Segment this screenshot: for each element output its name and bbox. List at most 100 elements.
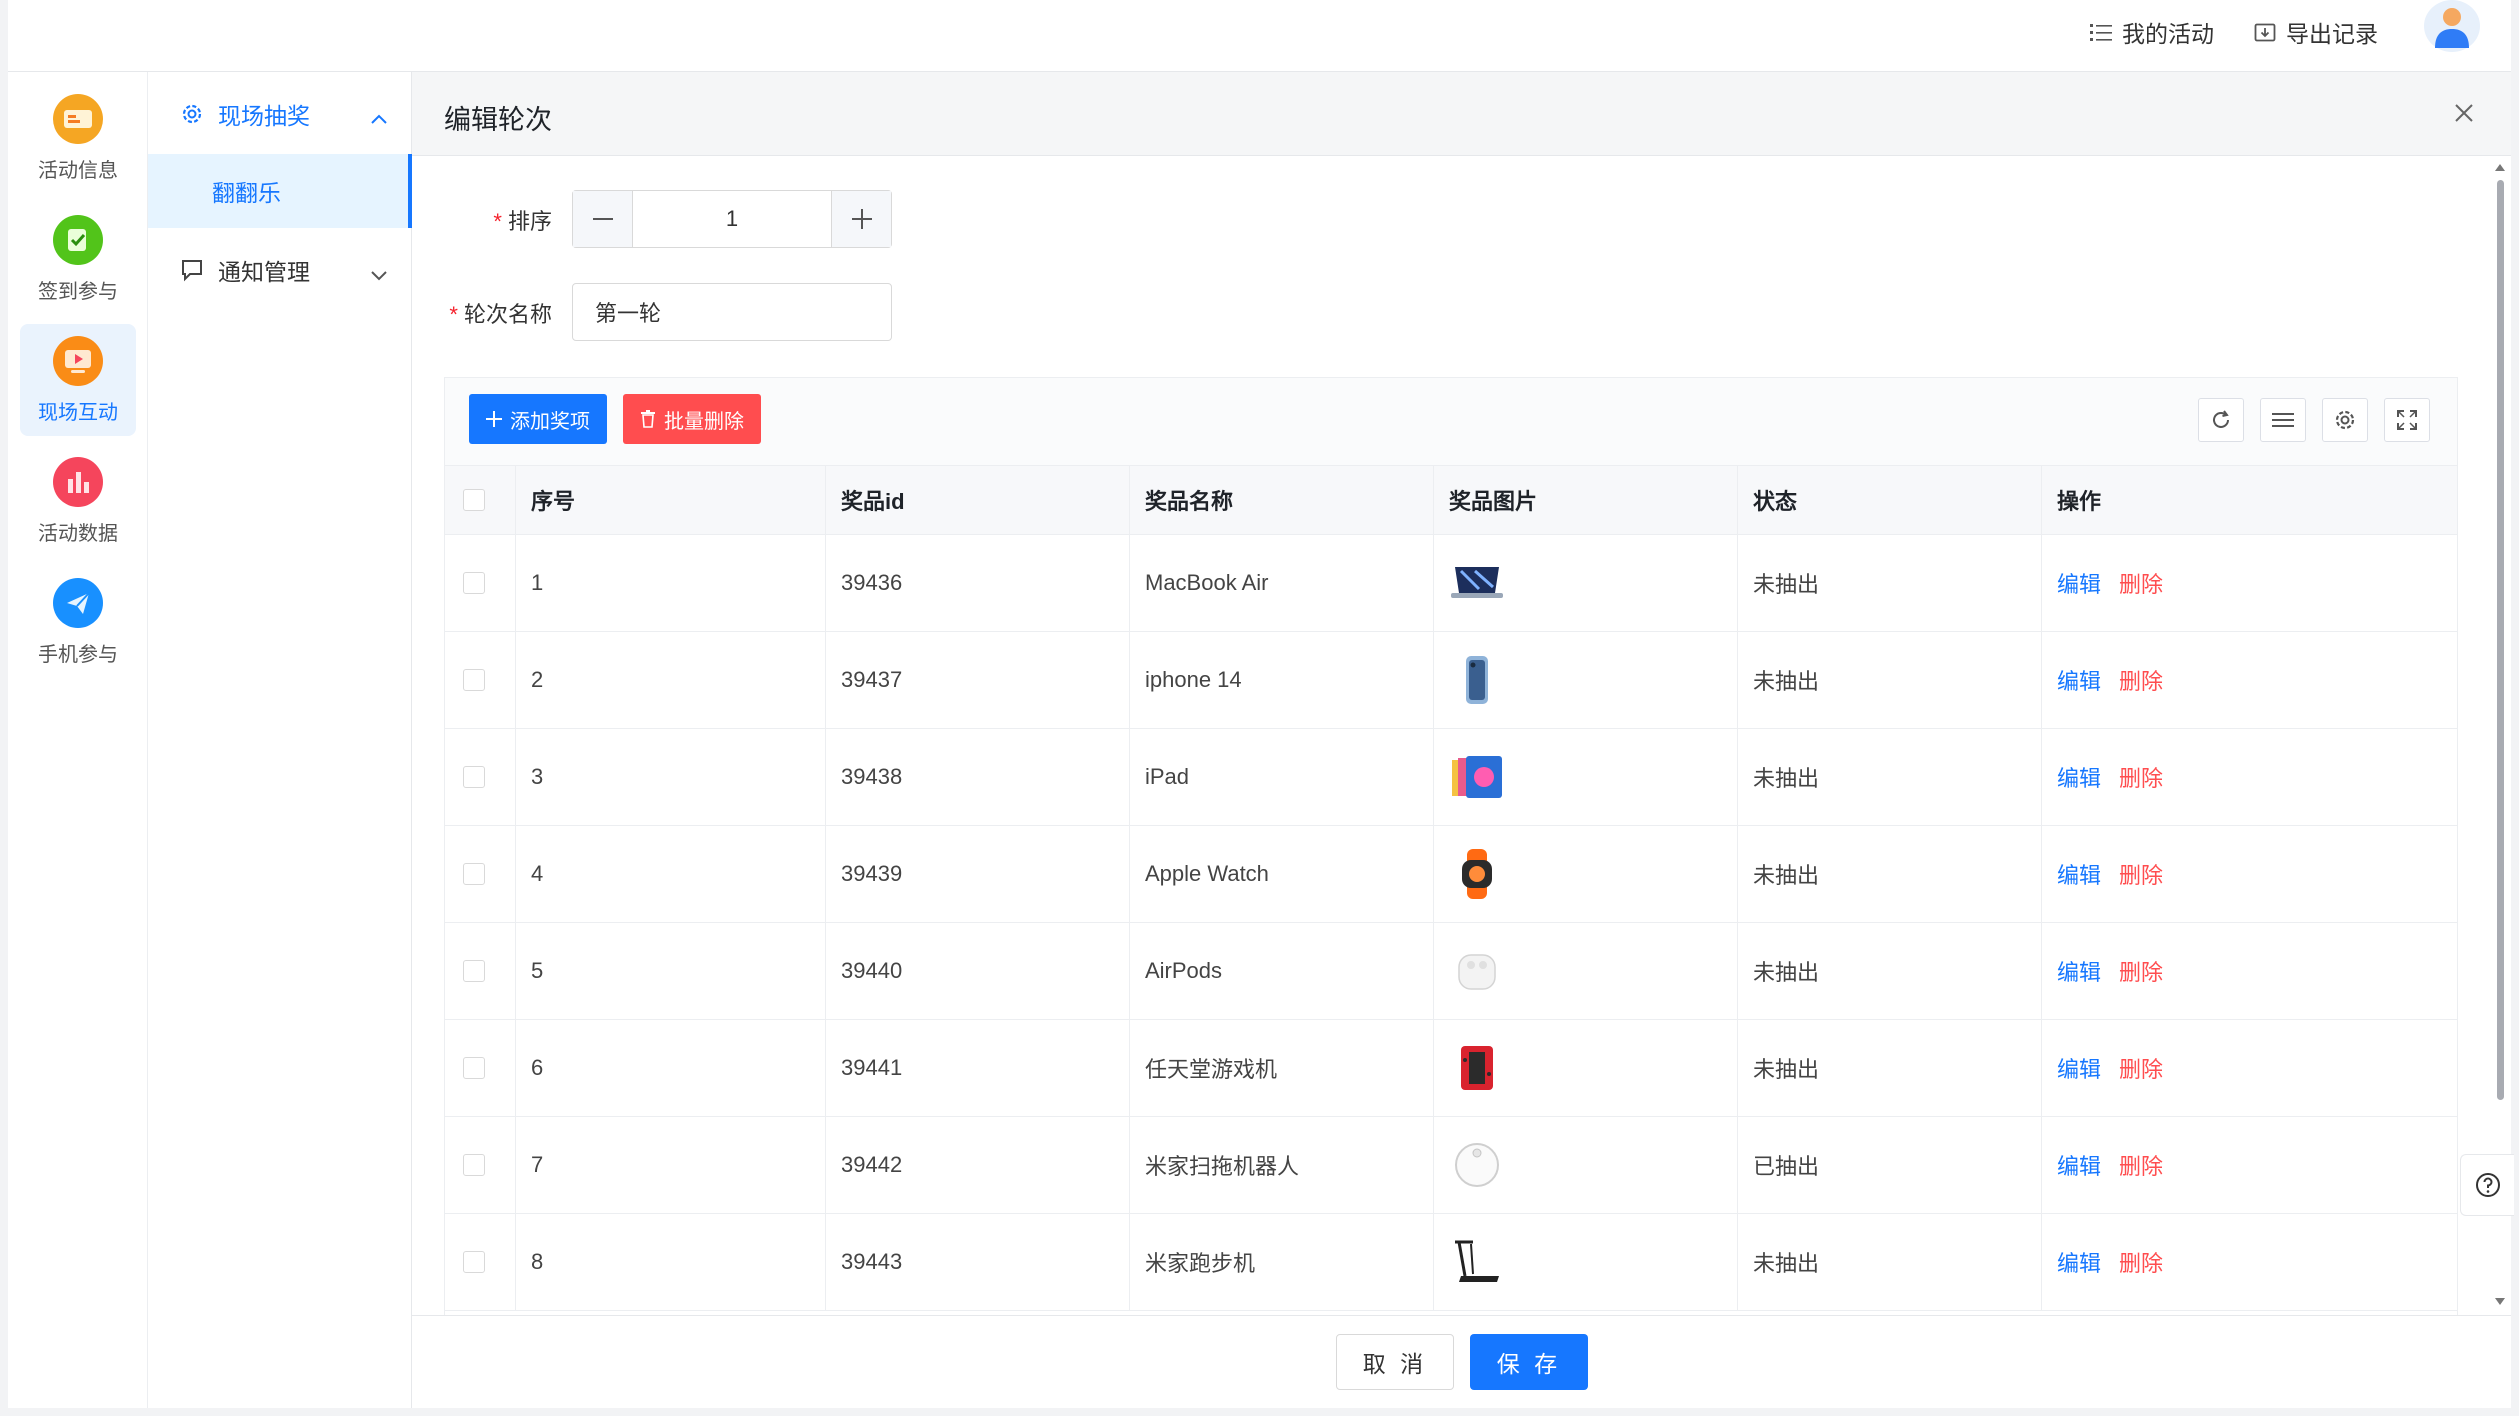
close-icon	[2455, 104, 2473, 122]
save-button[interactable]: 保 存	[1470, 1334, 1588, 1390]
cell-actions: 编辑 删除	[2041, 1020, 2163, 1116]
delete-link[interactable]: 删除	[2119, 1052, 2163, 1084]
cell-no: 6	[531, 1055, 544, 1080]
edit-link[interactable]: 编辑	[2057, 567, 2101, 599]
column-settings-button[interactable]	[2322, 398, 2368, 442]
row-checkbox[interactable]	[463, 1057, 485, 1079]
avatar[interactable]	[2424, 0, 2480, 52]
sort-value[interactable]: 1	[633, 191, 831, 247]
submenu-item-flip-game[interactable]: 翻翻乐	[148, 154, 412, 228]
cell-prize-name: Apple Watch	[1145, 861, 1269, 886]
delete-link[interactable]: 删除	[2119, 1149, 2163, 1181]
cell-prize-image	[1433, 1214, 1505, 1310]
sub-menu: 现场抽奖 翻翻乐 通知管理	[148, 72, 412, 1408]
scrollbar-thumb[interactable]	[2497, 180, 2504, 1100]
increment-button[interactable]	[831, 191, 891, 247]
edit-round-drawer: 编辑轮次 *排序 1 *轮次名称 添加奖项 批量删除	[412, 72, 2514, 1408]
row-checkbox[interactable]	[463, 960, 485, 982]
row-checkbox[interactable]	[463, 1154, 485, 1176]
cell-prize-name: 米家跑步机	[1145, 1251, 1256, 1276]
row-checkbox[interactable]	[463, 669, 485, 691]
cell-prize-image	[1433, 632, 1505, 728]
delete-link[interactable]: 删除	[2119, 1246, 2163, 1278]
export-icon	[2254, 23, 2276, 42]
rail-item-mobile[interactable]: 手机参与	[20, 566, 136, 678]
scrollbar[interactable]	[2492, 162, 2508, 1312]
add-prize-button[interactable]: 添加奖项	[469, 394, 607, 444]
cancel-button[interactable]: 取 消	[1336, 1334, 1454, 1390]
submenu-group-notification[interactable]: 通知管理	[148, 232, 412, 308]
phone-icon	[1449, 652, 1505, 708]
edit-link[interactable]: 编辑	[2057, 664, 2101, 696]
sort-stepper[interactable]: 1	[572, 190, 892, 248]
cell-prize-image	[1433, 826, 1505, 922]
cell-actions: 编辑 删除	[2041, 826, 2163, 922]
select-all-checkbox[interactable]	[463, 489, 485, 511]
submenu-group-label: 现场抽奖	[218, 103, 310, 129]
robot-vacuum-icon	[1449, 1137, 1505, 1193]
row-checkbox[interactable]	[463, 863, 485, 885]
cell-prize-image	[1433, 535, 1505, 631]
rail-item-live-interaction[interactable]: 现场互动	[20, 324, 136, 436]
cell-actions: 编辑 删除	[2041, 535, 2163, 631]
drawer-header: 编辑轮次	[412, 72, 2511, 156]
help-button[interactable]	[2460, 1154, 2514, 1216]
top-bar: 我的活动 导出记录	[8, 0, 2511, 72]
round-name-input[interactable]	[572, 283, 892, 341]
cell-actions: 编辑 删除	[2041, 729, 2163, 825]
export-records-link[interactable]: 导出记录	[2254, 12, 2378, 52]
cell-prize-image	[1433, 1117, 1505, 1213]
cell-prize-image	[1433, 923, 1505, 1019]
add-prize-label: 添加奖项	[510, 410, 590, 433]
delete-link[interactable]: 删除	[2119, 858, 2163, 890]
edit-link[interactable]: 编辑	[2057, 761, 2101, 793]
refresh-button[interactable]	[2198, 398, 2244, 442]
delete-link[interactable]: 删除	[2119, 567, 2163, 599]
batch-delete-button[interactable]: 批量删除	[623, 394, 761, 444]
edit-link[interactable]: 编辑	[2057, 858, 2101, 890]
row-checkbox[interactable]	[463, 572, 485, 594]
rail-item-activity-data[interactable]: 活动数据	[20, 445, 136, 557]
cell-prize-image	[1433, 729, 1505, 825]
delete-link[interactable]: 删除	[2119, 664, 2163, 696]
fullscreen-button[interactable]	[2384, 398, 2430, 442]
cell-prize-id: 39437	[841, 667, 903, 692]
cell-status: 未抽出	[1753, 766, 1820, 791]
submenu-group-label: 通知管理	[218, 259, 310, 285]
row-checkbox[interactable]	[463, 1251, 485, 1273]
cell-actions: 编辑 删除	[2041, 923, 2163, 1019]
edit-link[interactable]: 编辑	[2057, 1149, 2101, 1181]
table-header: 序号 奖品id 奖品名称 奖品图片 状态 操作	[445, 465, 2457, 535]
edit-link[interactable]: 编辑	[2057, 1052, 2101, 1084]
column-header: 奖品id	[841, 489, 905, 514]
prize-table-card: 添加奖项 批量删除 序号 奖品id 奖品名称 奖品图片 状态 操作 1 3943…	[444, 377, 2458, 1407]
paper-plane-icon	[53, 578, 103, 628]
gear-icon	[180, 102, 204, 126]
rail-item-label: 活动信息	[38, 160, 118, 182]
submenu-group-live-lottery[interactable]: 现场抽奖	[148, 76, 412, 152]
rail-item-checkin[interactable]: 签到参与	[20, 203, 136, 315]
table-row: 8 39443 米家跑步机 未抽出 编辑 删除	[445, 1214, 2457, 1311]
row-checkbox[interactable]	[463, 766, 485, 788]
column-header: 状态	[1753, 489, 1798, 514]
cell-prize-id: 39436	[841, 570, 903, 595]
decrement-button[interactable]	[573, 191, 633, 247]
density-button[interactable]	[2260, 398, 2306, 442]
edit-link[interactable]: 编辑	[2057, 955, 2101, 987]
delete-link[interactable]: 删除	[2119, 955, 2163, 987]
rail-item-label: 活动数据	[38, 523, 118, 545]
close-button[interactable]	[2453, 102, 2475, 129]
cell-prize-id: 39442	[841, 1152, 903, 1177]
cell-prize-name: AirPods	[1145, 958, 1223, 983]
edit-link[interactable]: 编辑	[2057, 1246, 2101, 1278]
my-activities-link[interactable]: 我的活动	[2090, 12, 2214, 52]
cell-prize-id: 39440	[841, 958, 903, 983]
cell-prize-id: 39439	[841, 861, 903, 886]
delete-link[interactable]: 删除	[2119, 761, 2163, 793]
drawer-title: 编辑轮次	[444, 105, 552, 135]
cell-actions: 编辑 删除	[2041, 632, 2163, 728]
cell-status: 已抽出	[1753, 1154, 1820, 1179]
rail-item-activity-info[interactable]: 活动信息	[20, 82, 136, 194]
column-header: 奖品名称	[1145, 489, 1234, 514]
scroll-down-icon	[2495, 1298, 2505, 1305]
